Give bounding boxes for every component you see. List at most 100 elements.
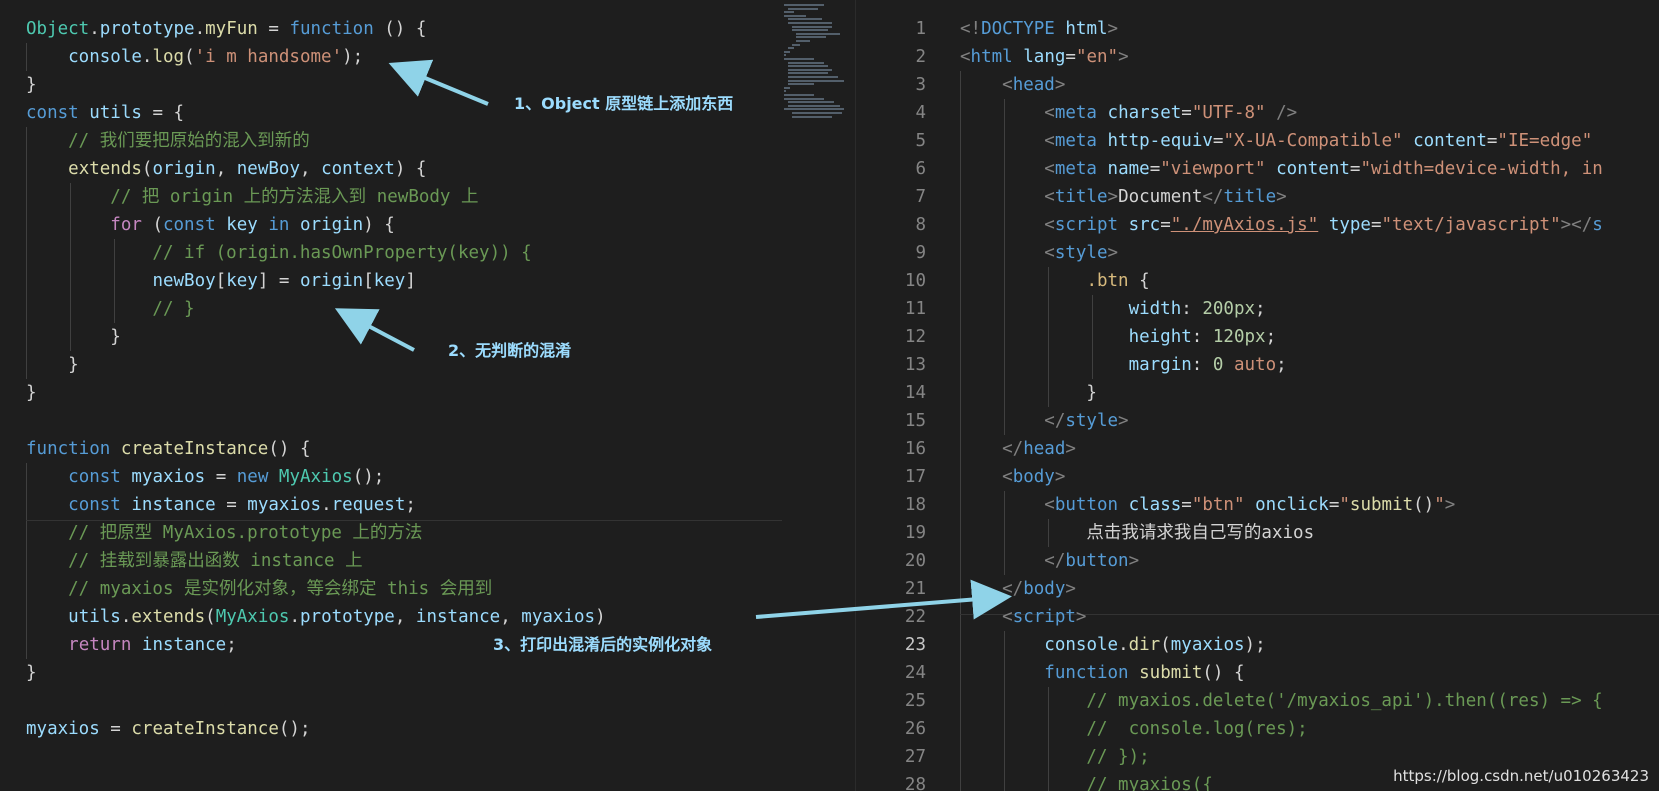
code-line[interactable]: // 把 origin 上的方法混入到 newBody 上 — [26, 183, 478, 211]
code-token: 120px — [1212, 327, 1266, 347]
code-token: for — [110, 215, 142, 235]
code-line[interactable]: } — [960, 379, 1097, 407]
right-editor-pane[interactable]: 1 2 3 4 5 6 7 8 9 10 11 12 13 14 15 16 17 18 19 20 21 22 23 24 2… — [856, 0, 1659, 791]
code-token: < — [960, 467, 1013, 487]
code-token: = — [1486, 131, 1498, 151]
code-line[interactable]: <style> — [960, 239, 1118, 267]
code-line[interactable]: // myaxios.delete('/myaxios_api').then((… — [960, 687, 1602, 715]
code-line[interactable]: <meta charset="UTF-8" /> — [960, 99, 1297, 127]
code-line[interactable]: // 挂载到暴露出函数 instance 上 — [26, 547, 362, 575]
code-line[interactable]: const instance = myaxios.request; — [26, 491, 416, 519]
code-line[interactable]: // myaxios({ — [960, 771, 1212, 791]
minimap-line — [788, 76, 838, 78]
code-line[interactable]: function createInstance() { — [26, 435, 311, 463]
minimap-line — [784, 58, 814, 60]
left-editor-pane[interactable]: Object.prototype.myFun = function () { c… — [0, 0, 856, 791]
code-line[interactable]: <meta http-equiv="X-UA-Compatible" conte… — [960, 127, 1603, 155]
code-line[interactable]: // } — [26, 295, 194, 323]
code-token: > — [1107, 243, 1119, 263]
code-line[interactable]: } — [26, 71, 37, 99]
code-token: : — [1191, 327, 1213, 347]
code-line[interactable]: </head> — [960, 435, 1076, 463]
code-line[interactable]: // myaxios 是实例化对象，等会绑定 this 会用到 — [26, 575, 492, 603]
code-line[interactable]: newBoy[key] = origin[key] — [26, 267, 415, 295]
code-token: meta — [1054, 131, 1097, 151]
code-token: "./myAxios.js" — [1170, 215, 1319, 235]
code-token: = — [1328, 495, 1340, 515]
code-token: new — [236, 467, 269, 487]
code-token: < — [960, 187, 1055, 207]
code-token: = — [1160, 215, 1171, 235]
code-line[interactable]: const myaxios = new MyAxios(); — [26, 463, 384, 491]
code-line[interactable]: 点击我请求我自己写的axios — [960, 519, 1314, 547]
code-token: auto — [1233, 355, 1277, 375]
code-token: const — [162, 215, 216, 235]
code-line[interactable]: const utils = { — [26, 99, 184, 127]
code-token: [ — [215, 271, 227, 291]
code-line[interactable]: <head> — [960, 71, 1065, 99]
code-line[interactable]: } — [26, 379, 37, 407]
code-token: // console.log(res); — [960, 719, 1308, 739]
minimap-line — [788, 79, 844, 82]
code-line[interactable]: // }); — [960, 743, 1149, 771]
code-line[interactable]: width: 200px; — [960, 295, 1266, 323]
code-line[interactable]: myaxios = createInstance(); — [26, 715, 311, 743]
code-line[interactable]: </body> — [960, 575, 1076, 603]
code-line[interactable]: function submit() { — [960, 659, 1244, 687]
code-line[interactable]: <title>Document</title> — [960, 183, 1286, 211]
code-line[interactable]: utils.extends(MyAxios.prototype, instanc… — [26, 603, 605, 631]
minimap-line — [796, 40, 810, 42]
code-line[interactable]: for (const key in origin) { — [26, 211, 395, 239]
code-line[interactable]: </button> — [960, 547, 1139, 575]
code-line[interactable]: console.log('i m handsome'); — [26, 43, 363, 71]
code-line[interactable]: Object.prototype.myFun = function () { — [26, 15, 426, 43]
code-line[interactable]: // if (origin.hasOwnProperty(key)) { — [26, 239, 531, 267]
code-line[interactable]: margin: 0 auto; — [960, 351, 1287, 379]
line-number: 11 — [904, 299, 926, 319]
code-token: ( — [1160, 635, 1171, 655]
code-line[interactable]: } — [26, 351, 79, 379]
code-line[interactable]: <!DOCTYPE html> — [960, 15, 1118, 43]
code-line[interactable]: } — [26, 659, 37, 687]
code-line[interactable]: </style> — [960, 407, 1128, 435]
minimap-line — [784, 14, 806, 17]
code-line[interactable]: <script> — [960, 603, 1086, 631]
code-token: > — [1128, 551, 1140, 571]
code-line[interactable]: // 把原型 MyAxios.prototype 上的方法 — [26, 519, 422, 547]
code-line[interactable]: <html lang="en"> — [960, 43, 1129, 71]
code-token: function — [289, 19, 374, 39]
code-line[interactable]: extends(origin, newBoy, context) { — [26, 155, 426, 183]
line-number: 1 — [915, 19, 926, 39]
minimap-line — [788, 83, 814, 86]
line-number: 9 — [915, 243, 926, 263]
code-line[interactable]: height: 120px; — [960, 323, 1277, 351]
code-token: createInstance — [131, 719, 279, 739]
code-token: = { — [141, 103, 185, 123]
code-token: myaxios — [247, 495, 322, 515]
code-token: } — [26, 75, 37, 95]
minimap-line — [788, 65, 828, 68]
code-line[interactable]: } — [26, 323, 121, 351]
code-line[interactable]: // 我们要把原始的混入到新的 — [26, 127, 310, 155]
code-line[interactable]: <button class="btn" onclick="submit()"> — [960, 491, 1455, 519]
code-token: [ — [363, 271, 374, 291]
code-line[interactable]: <meta name="viewport" content="width=dev… — [960, 155, 1603, 183]
line-number: 15 — [904, 411, 926, 431]
code-token: request — [331, 495, 406, 515]
code-line[interactable]: console.dir(myaxios); — [960, 631, 1265, 659]
code-token: submit — [1139, 663, 1203, 683]
code-line[interactable]: // console.log(res); — [960, 715, 1308, 743]
code-token: ></ — [1560, 215, 1593, 235]
line-number: 19 — [904, 523, 926, 543]
code-token: key — [226, 215, 258, 235]
code-line[interactable]: <script src="./myAxios.js" type="text/ja… — [960, 211, 1603, 239]
minimap[interactable] — [780, 0, 856, 130]
code-token: } — [960, 383, 1097, 403]
code-token: , — [215, 159, 237, 179]
code-line[interactable]: <body> — [960, 463, 1065, 491]
code-line[interactable]: .btn { — [960, 267, 1149, 295]
code-line[interactable]: return instance; — [26, 631, 237, 659]
